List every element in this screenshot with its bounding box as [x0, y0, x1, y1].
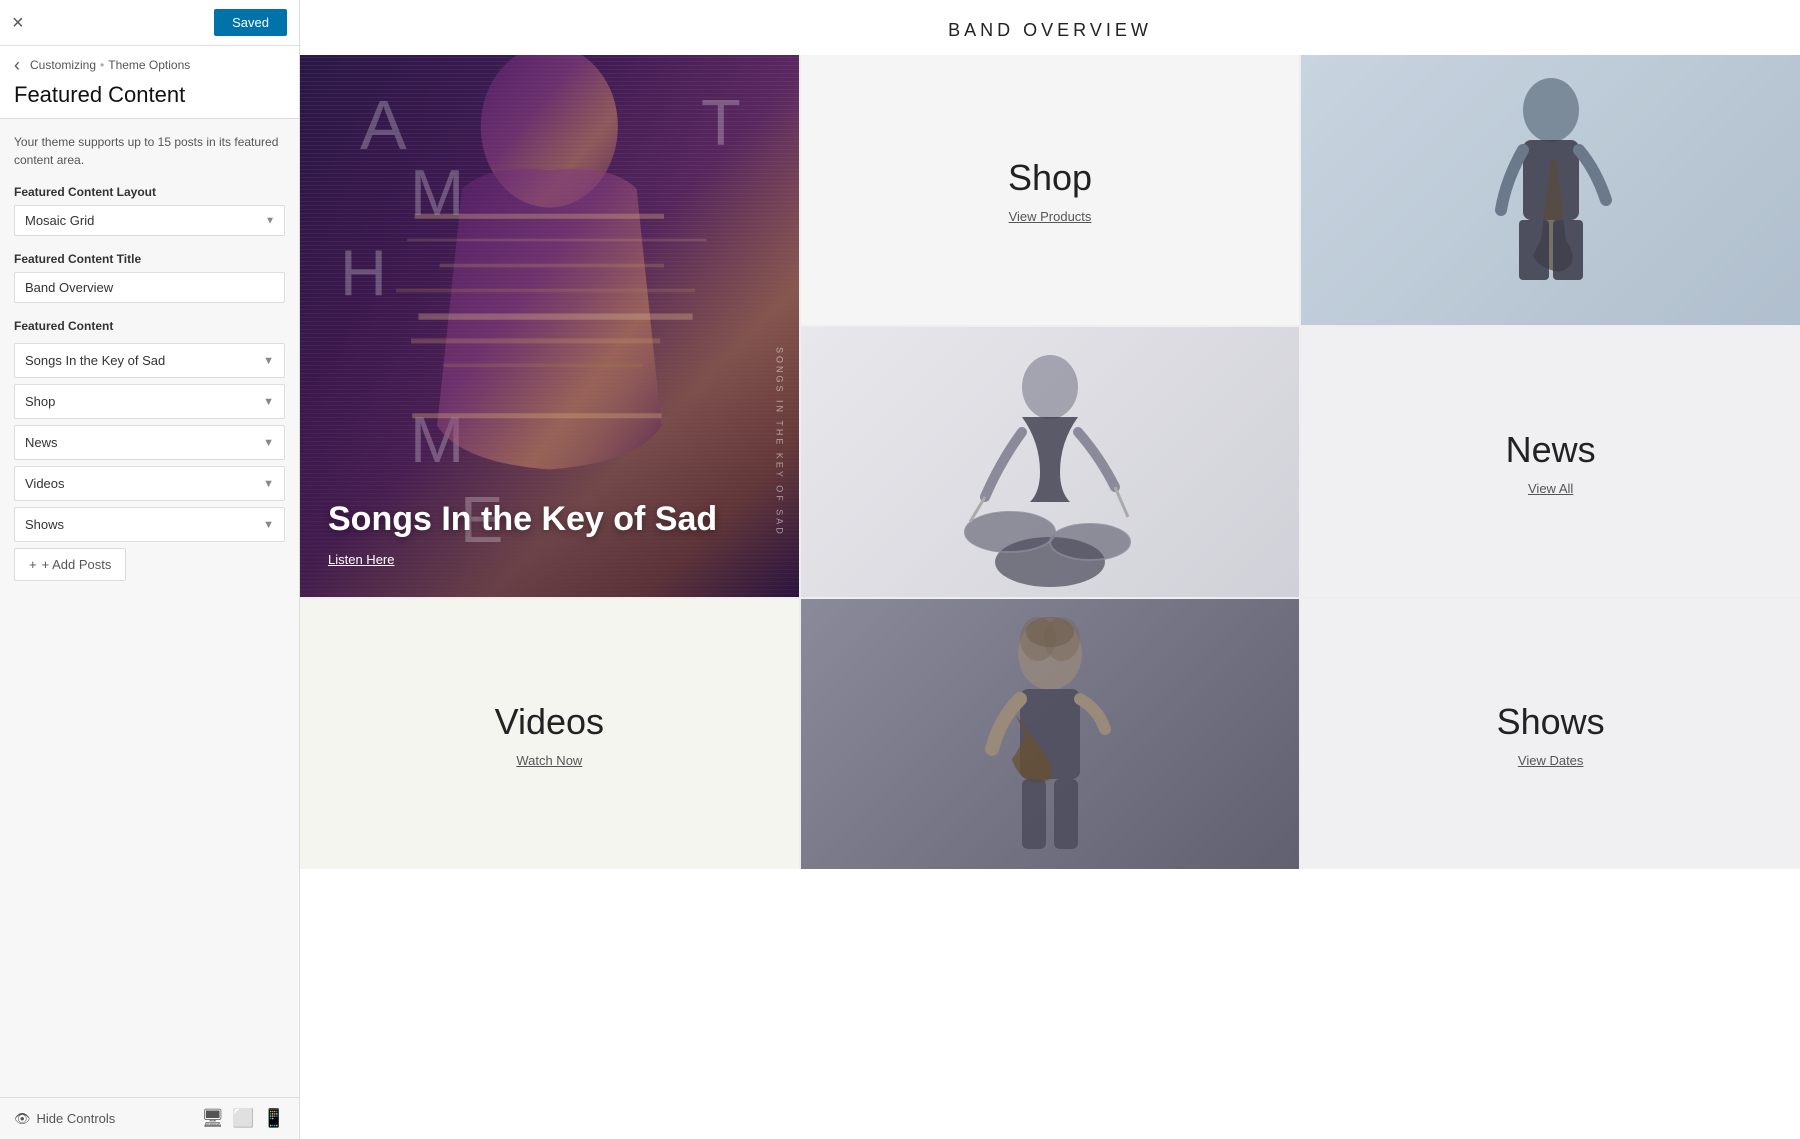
plus-icon: + — [29, 557, 37, 572]
chevron-icon-4: ▼ — [263, 478, 274, 490]
shop-link[interactable]: View Products — [1009, 209, 1092, 224]
shop-title: Shop — [1008, 157, 1092, 199]
post-item-news-label: News — [25, 435, 58, 450]
videos-link[interactable]: Watch Now — [516, 753, 582, 768]
post-item-shows[interactable]: Shows ▼ — [14, 507, 285, 542]
breadcrumb-part2: Theme Options — [108, 58, 190, 72]
post-item-videos[interactable]: Videos ▼ — [14, 466, 285, 501]
breadcrumb-sep: • — [100, 58, 104, 72]
tablet-icon[interactable]: ⬜ — [232, 1108, 254, 1129]
back-button[interactable]: ‹ — [14, 56, 20, 74]
guitarist2-photo-cell — [801, 599, 1300, 869]
band-overview-title: BAND OVERVIEW — [300, 0, 1800, 55]
chevron-icon: ▼ — [263, 355, 274, 367]
layout-label: Featured Content Layout — [14, 185, 285, 199]
layout-select-wrapper: Mosaic Grid — [14, 205, 285, 236]
shows-cell[interactable]: Shows View Dates — [1301, 599, 1800, 869]
sidebar-content: Your theme supports up to 15 posts in it… — [0, 119, 299, 1097]
title-field-group: Featured Content Title — [14, 252, 285, 303]
layout-field-group: Featured Content Layout Mosaic Grid — [14, 185, 285, 236]
title-label: Featured Content Title — [14, 252, 285, 266]
layout-select[interactable]: Mosaic Grid — [14, 205, 285, 236]
close-button[interactable]: × — [12, 13, 24, 33]
device-icons: 🖥 ⬜ 📱 — [201, 1108, 285, 1129]
shows-title: Shows — [1497, 701, 1605, 743]
saved-button[interactable]: Saved — [214, 9, 287, 36]
videos-cell[interactable]: Videos Watch Now — [300, 599, 799, 869]
hide-controls-label: Hide Controls — [37, 1111, 116, 1126]
news-title: News — [1506, 429, 1596, 471]
eye-icon: 👁 — [14, 1111, 31, 1127]
featured-post-link[interactable]: Listen Here — [328, 552, 394, 567]
sidebar-header: × Saved — [0, 0, 299, 46]
post-item-songs[interactable]: Songs In the Key of Sad ▼ — [14, 343, 285, 378]
content-section: Featured Content Songs In the Key of Sad… — [14, 319, 285, 581]
sidebar-footer: 👁 Hide Controls 🖥 ⬜ 📱 — [0, 1097, 299, 1139]
post-item-videos-label: Videos — [25, 476, 65, 491]
shows-link[interactable]: View Dates — [1518, 753, 1584, 768]
customizer-sidebar: × Saved ‹ Customizing • Theme Options Fe… — [0, 0, 300, 1139]
chevron-icon-5: ▼ — [263, 519, 274, 531]
chevron-icon-3: ▼ — [263, 437, 274, 449]
content-label: Featured Content — [14, 319, 285, 333]
featured-cell[interactable]: A T M H M E — [300, 55, 799, 597]
mosaic-grid: A T M H M E — [300, 55, 1800, 869]
sidebar-description: Your theme supports up to 15 posts in it… — [14, 133, 285, 169]
post-item-songs-label: Songs In the Key of Sad — [25, 353, 165, 368]
breadcrumb-part1: Customizing — [30, 58, 96, 72]
news-link[interactable]: View All — [1528, 481, 1573, 496]
add-posts-label: + Add Posts — [42, 557, 112, 572]
mobile-icon[interactable]: 📱 — [263, 1108, 285, 1129]
post-item-shows-label: Shows — [25, 517, 64, 532]
guitarist2-figure — [950, 604, 1150, 864]
vertical-text: SONGS IN THE KEY OF SAD — [775, 347, 785, 537]
preview-area: BAND OVERVIEW A T M H M E — [300, 0, 1800, 1139]
desktop-icon[interactable]: 🖥 — [201, 1108, 224, 1129]
post-item-news[interactable]: News ▼ — [14, 425, 285, 460]
breadcrumb-bar: ‹ Customizing • Theme Options Featured C… — [0, 46, 299, 119]
title-input[interactable] — [14, 272, 285, 303]
chevron-icon-2: ▼ — [263, 396, 274, 408]
news-cell[interactable]: News View All — [1301, 327, 1800, 597]
guitarist-photo-cell — [1301, 55, 1800, 325]
panel-title: Featured Content — [14, 78, 285, 118]
hide-controls-button[interactable]: 👁 Hide Controls — [14, 1111, 115, 1127]
post-item-shop[interactable]: Shop ▼ — [14, 384, 285, 419]
drummer-photo-cell — [801, 327, 1300, 597]
breadcrumb: ‹ Customizing • Theme Options — [14, 56, 285, 74]
guitarist-figure — [1451, 60, 1651, 320]
shop-cell[interactable]: Shop View Products — [801, 55, 1300, 325]
featured-post-title: Songs In the Key of Sad — [328, 499, 717, 540]
drummer-figure — [940, 332, 1160, 592]
videos-title: Videos — [495, 701, 604, 743]
add-posts-button[interactable]: + + Add Posts — [14, 548, 126, 581]
post-item-shop-label: Shop — [25, 394, 55, 409]
